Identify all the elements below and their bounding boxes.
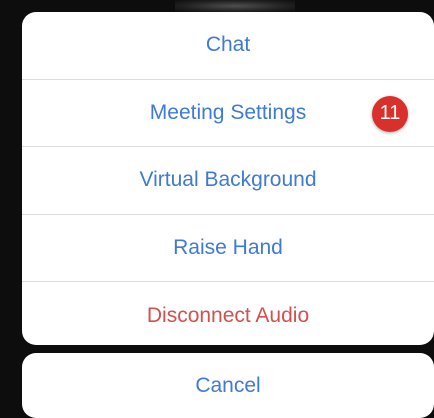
step-callout-badge: 11: [372, 95, 408, 132]
meeting-settings-menu-item[interactable]: Meeting Settings 11: [22, 78, 434, 147]
cancel-button-label: Cancel: [195, 373, 261, 397]
cancel-button[interactable]: Cancel: [22, 353, 434, 418]
chat-menu-label: Chat: [205, 33, 251, 57]
virtual-background-menu-label: Virtual Background: [139, 168, 317, 192]
disconnect-audio-menu-label: Disconnect Audio: [146, 303, 310, 327]
background-overlay: [175, 0, 295, 12]
more-options-action-sheet: Chat Meeting Settings 11 Virtual Backgro…: [22, 12, 434, 345]
raise-hand-menu-label: Raise Hand: [173, 236, 283, 260]
raise-hand-menu-item[interactable]: Raise Hand: [22, 213, 434, 282]
chat-menu-item[interactable]: Chat: [22, 12, 434, 79]
meeting-settings-menu-label: Meeting Settings: [149, 100, 307, 124]
virtual-background-menu-item[interactable]: Virtual Background: [22, 146, 434, 214]
disconnect-audio-menu-item[interactable]: Disconnect Audio: [22, 281, 434, 345]
step-callout-number: 11: [379, 102, 401, 125]
